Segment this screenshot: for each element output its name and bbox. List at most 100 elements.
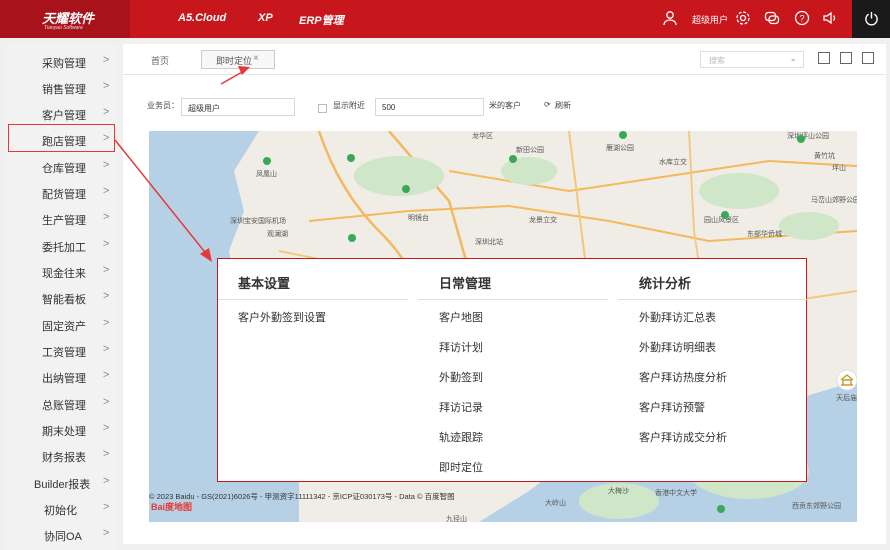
distance-suffix: 米的客户	[489, 101, 521, 110]
map-label: 坪山	[832, 165, 846, 172]
chevron-right-icon: >	[103, 448, 110, 460]
locate-icon[interactable]	[818, 52, 830, 64]
menu-item-visit-detail[interactable]: 外勤拜访明细表	[639, 339, 716, 355]
divider	[418, 299, 608, 300]
baidu-logo: Bai度地图	[151, 502, 193, 512]
park-icon	[619, 131, 627, 139]
menu-item-checkin-settings[interactable]: 客户外勤签到设置	[238, 309, 326, 325]
menu-item-deal-analysis[interactable]: 客户拜访成交分析	[639, 429, 727, 445]
fullscreen-icon[interactable]	[840, 52, 852, 64]
salesman-input[interactable]: 超级用户	[181, 98, 295, 116]
search-select[interactable]: 搜索 ⌄	[700, 51, 804, 68]
sidebar-item-distribution[interactable]: 配货管理 >	[6, 179, 118, 205]
menu-item-track[interactable]: 轨迹跟踪	[439, 429, 483, 445]
map-label: 水库立交	[659, 159, 687, 166]
map-label: 东部华侨城	[747, 231, 782, 238]
nav-a5-cloud[interactable]: A5.Cloud	[178, 12, 226, 24]
power-button[interactable]	[852, 0, 890, 38]
sidebar-item-cash[interactable]: 现金往来 >	[6, 258, 118, 284]
sidebar-item-purchase[interactable]: 采购管理 >	[6, 48, 118, 74]
show-nearby-label: 显示附近	[333, 101, 365, 110]
menu-item-visit-records[interactable]: 拜访记录	[439, 399, 483, 415]
sidebar: 采购管理 > 销售管理 > 客户管理 > 跑店管理 > 仓库管理 > 配货管理 > 生产管理…	[6, 44, 118, 550]
chevron-right-icon: >	[103, 422, 110, 434]
refresh-icon[interactable]: ⟳	[544, 100, 551, 109]
sidebar-item-oa[interactable]: 协同OA >	[6, 521, 118, 547]
park-icon	[509, 155, 517, 163]
menu-item-customer-map[interactable]: 客户地图	[439, 309, 483, 325]
map-label: 凤凰山	[256, 171, 277, 178]
sidebar-item-payroll[interactable]: 工资管理 >	[6, 337, 118, 363]
chat-icon[interactable]	[764, 10, 780, 26]
menu-item-instant-location[interactable]: 即时定位	[439, 459, 483, 475]
chevron-right-icon: >	[103, 317, 110, 329]
highlight-box	[8, 124, 115, 152]
sidebar-item-fixed-assets[interactable]: 固定资产 >	[6, 311, 118, 337]
sidebar-item-builder-reports[interactable]: Builder报表 >	[6, 469, 118, 495]
map-label: 龙华区	[472, 133, 493, 140]
map-label: 黄竹坑	[814, 153, 835, 160]
chevron-right-icon: >	[103, 264, 110, 276]
user-name[interactable]: 超级用户	[692, 13, 728, 26]
sidebar-item-period-end[interactable]: 期末处理 >	[6, 416, 118, 442]
sidebar-item-customer[interactable]: 客户管理 >	[6, 100, 118, 126]
nav-xp[interactable]: XP	[258, 12, 273, 24]
chevron-right-icon: >	[103, 369, 110, 381]
map-label: 西贡东郊野公园	[792, 503, 841, 510]
show-nearby-checkbox[interactable]	[318, 104, 327, 113]
chevron-right-icon: >	[103, 185, 110, 197]
col-title-daily-management: 日常管理	[439, 276, 492, 291]
map-label: 大岭山	[545, 500, 566, 507]
speaker-icon[interactable]	[822, 10, 838, 26]
menu-item-visit-alert[interactable]: 客户拜访预警	[639, 399, 705, 415]
search-placeholder: 搜索	[709, 56, 725, 65]
gear-icon[interactable]	[735, 10, 751, 26]
expand-icon[interactable]	[862, 52, 874, 64]
refresh-button[interactable]: 刷新	[555, 100, 571, 111]
sidebar-item-cashier[interactable]: 出纳管理 >	[6, 363, 118, 389]
sidebar-item-ledger[interactable]: 总账管理 >	[6, 390, 118, 416]
chevron-right-icon: >	[103, 106, 110, 118]
close-icon[interactable]: ×	[253, 53, 259, 64]
chevron-right-icon: >	[103, 475, 110, 487]
map-label: 马峦山郊野公园	[811, 197, 857, 204]
menu-item-visit-summary[interactable]: 外勤拜访汇总表	[639, 309, 716, 325]
chevron-down-icon: ⌄	[789, 53, 797, 63]
sidebar-item-sales[interactable]: 销售管理 >	[6, 74, 118, 100]
chevron-right-icon: >	[103, 238, 110, 250]
menu-item-field-checkin[interactable]: 外勤签到	[439, 369, 483, 385]
sidebar-item-outsourcing[interactable]: 委托加工 >	[6, 232, 118, 258]
map-attribution: © 2023 Baidu - GS(2021)6026号 - 甲测资字11111…	[149, 492, 455, 501]
sidebar-item-warehouse[interactable]: 仓库管理 >	[6, 153, 118, 179]
map-label: 大梅沙	[608, 488, 629, 495]
sidebar-item-initialization[interactable]: 初始化 >	[6, 495, 118, 521]
user-icon[interactable]	[662, 10, 678, 26]
sidebar-item-production[interactable]: 生产管理 >	[6, 205, 118, 231]
menu-item-visit-plan[interactable]: 拜访计划	[439, 339, 483, 355]
field-visit-menu-popup: 基本设置 日常管理 统计分析 客户外勤签到设置 客户地图 拜访计划 外勤签到 拜…	[217, 258, 808, 482]
map-label: 新田公园	[516, 147, 544, 154]
park-icon	[263, 157, 271, 165]
chevron-right-icon: >	[103, 290, 110, 302]
chevron-right-icon: >	[103, 54, 110, 66]
chevron-right-icon: >	[103, 527, 110, 539]
map-label: 深圳坪山公园	[787, 133, 829, 140]
sidebar-item-financial-reports[interactable]: 财务报表 >	[6, 442, 118, 468]
svg-text:?: ?	[799, 14, 804, 24]
menu-item-visit-heat[interactable]: 客户拜访热度分析	[639, 369, 727, 385]
tab-home[interactable]: 首页	[151, 54, 169, 67]
map-label: 香港中文大学	[655, 490, 697, 497]
divider	[218, 299, 408, 300]
distance-input[interactable]: 500	[375, 98, 484, 116]
sidebar-item-dashboard[interactable]: 智能看板 >	[6, 284, 118, 310]
brand-subtitle: Tianyao Software	[44, 25, 83, 31]
map-label: 深圳北站	[475, 239, 503, 246]
tab-label: 即时定位	[216, 56, 253, 66]
col-title-basic-settings: 基本设置	[238, 276, 291, 291]
chevron-right-icon: >	[103, 396, 110, 408]
help-icon[interactable]: ?	[794, 10, 810, 26]
map-label: 明镜台	[408, 215, 429, 222]
park-icon	[347, 154, 355, 162]
nav-erp[interactable]: ERP管理	[299, 12, 344, 28]
tab-instant-location[interactable]: 即时定位 ×	[201, 50, 275, 69]
